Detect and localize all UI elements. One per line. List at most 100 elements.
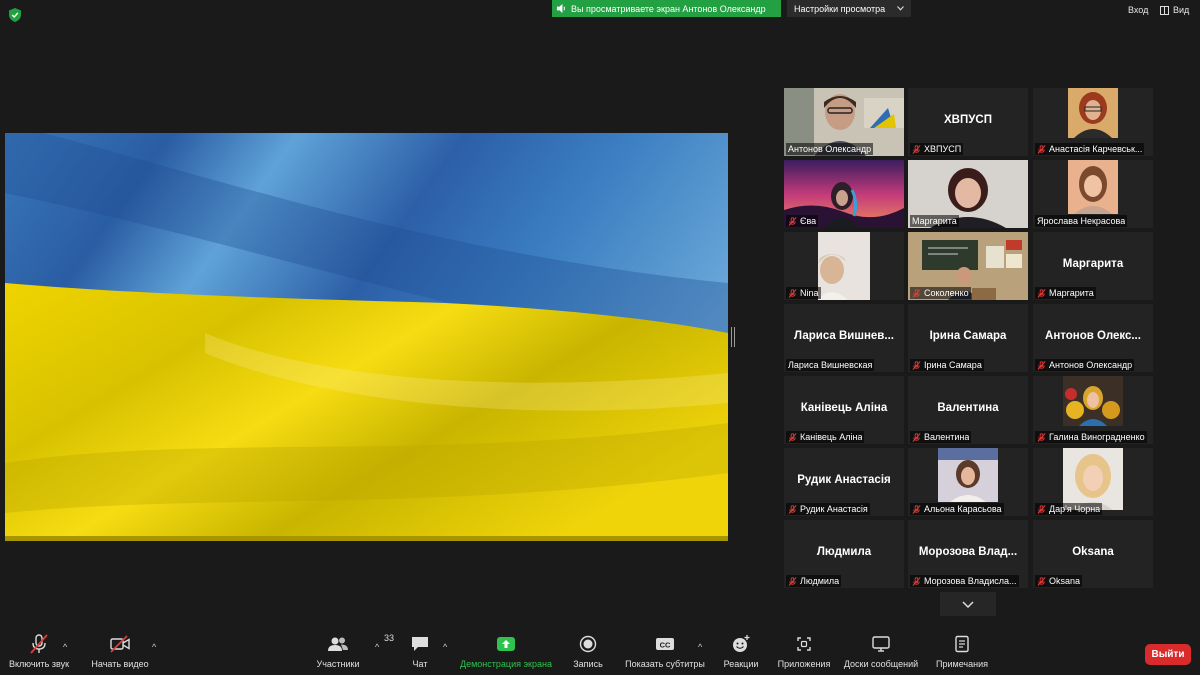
participant-display-name: Oksana [1072, 546, 1114, 558]
participant-name-label: Людмила [786, 575, 842, 587]
view-options-label: Настройки просмотра [794, 3, 886, 14]
video-options-caret[interactable]: ^ [152, 642, 156, 652]
participant-tile[interactable]: Маргарита Маргарита [1033, 232, 1153, 300]
mic-off-icon [912, 360, 921, 370]
participant-display-name: Морозова Влад... [918, 546, 1018, 558]
whiteboards-button[interactable]: Доски сообщений [836, 632, 926, 669]
participant-tile[interactable]: Альона Карасьова [908, 448, 1028, 516]
participant-caption: Ярослава Некрасова [1037, 216, 1126, 226]
panel-splitter-handle[interactable] [731, 327, 735, 347]
record-label: Запись [573, 659, 603, 669]
video-off-icon [110, 635, 130, 653]
captions-label: Показать субтитры [625, 659, 705, 669]
participant-tile[interactable]: Nina [784, 232, 904, 300]
unmute-button[interactable]: Включить звук [0, 632, 84, 669]
participant-name-label: Антонов Олександр [1035, 359, 1135, 371]
chat-button[interactable]: Чат [375, 632, 465, 669]
participant-tile[interactable]: Валентина Валентина [908, 376, 1028, 444]
reactions-label: Реакции [723, 659, 759, 669]
mic-off-icon [788, 504, 797, 514]
share-screen-button[interactable]: Демонстрация экрана [460, 632, 552, 669]
next-page-button[interactable] [940, 592, 996, 616]
chat-caret[interactable]: ^ [443, 642, 447, 652]
participant-display-name: Ірина Самара [929, 330, 1007, 342]
participant-tile[interactable]: Ярослава Некрасова [1033, 160, 1153, 228]
participant-caption: Лариса Вишневская [788, 360, 873, 370]
participant-tile[interactable]: Соколенко [908, 232, 1028, 300]
participant-tile[interactable]: Анастасія Карчевськ... [1033, 88, 1153, 156]
start-video-label: Начать видео [91, 659, 149, 669]
participant-caption: Морозова Владисла... [924, 576, 1017, 586]
leave-button[interactable]: Выйти [1145, 644, 1191, 665]
participant-tile[interactable]: Рудик Анастасія Рудик Анастасія [784, 448, 904, 516]
participant-tile[interactable]: Маргарита [908, 160, 1028, 228]
share-banner: Вы просматриваете экран Антонов Олександ… [552, 0, 781, 17]
mic-off-icon [912, 576, 921, 586]
participant-tile[interactable]: Антонов Олександр [784, 88, 904, 156]
participant-tile[interactable]: Єва [784, 160, 904, 228]
participant-tile[interactable]: Дар'я Чорна [1033, 448, 1153, 516]
participant-video [1068, 88, 1118, 138]
participant-caption: Галина Виноградненко [1049, 432, 1145, 442]
participant-caption: Альона Карасьова [924, 504, 1002, 514]
enter-button[interactable]: Вход [1128, 5, 1148, 15]
participant-caption: Канівець Аліна [800, 432, 863, 442]
participant-display-name: Рудик Анастасія [797, 474, 891, 486]
participant-tile[interactable]: Канівець Аліна Канівець Аліна [784, 376, 904, 444]
audio-options-caret[interactable]: ^ [63, 642, 67, 652]
participant-tile[interactable]: Людмила Людмила [784, 520, 904, 588]
participant-tile[interactable]: Oksana Oksana [1033, 520, 1153, 588]
participant-caption: Маргарита [1049, 288, 1094, 298]
chevron-down-icon [962, 600, 974, 608]
mic-off-icon [788, 432, 797, 442]
chat-label: Чат [412, 659, 428, 669]
participant-tile[interactable]: Ірина Самара Ірина Самара [908, 304, 1028, 372]
shield-icon[interactable] [9, 8, 21, 22]
participant-caption: Nina [800, 288, 819, 298]
participant-tile[interactable]: ХВПУСП ХВПУСП [908, 88, 1028, 156]
participant-name-label: ХВПУСП [910, 143, 964, 155]
chevron-down-icon [897, 6, 904, 11]
record-icon [579, 635, 597, 653]
participant-name-label: Маргарита [1035, 287, 1096, 299]
participant-tile[interactable]: Морозова Влад... Морозова Владисла... [908, 520, 1028, 588]
leave-label: Выйти [1151, 649, 1185, 660]
share-icon [497, 637, 515, 651]
apps-icon [797, 637, 811, 651]
participant-display-name: Людмила [816, 546, 872, 558]
chat-icon [412, 637, 428, 651]
flag-image [5, 133, 728, 541]
participant-name-label: Антонов Олександр [786, 143, 874, 155]
participant-name-label: Рудик Анастасія [786, 503, 870, 515]
participant-caption: Єва [800, 216, 817, 226]
participant-name-label: Канівець Аліна [786, 431, 865, 443]
participant-caption: Ірина Самара [924, 360, 982, 370]
mic-off-icon [788, 576, 797, 586]
participant-caption: Антонов Олександр [1049, 360, 1133, 370]
participant-name-label: Соколенко [910, 287, 971, 299]
participant-display-name: Антонов Олекс... [1045, 330, 1141, 342]
view-button[interactable]: Вид [1160, 5, 1189, 15]
participant-name-label: Анастасія Карчевськ... [1035, 143, 1145, 155]
notes-button[interactable]: Примечания [917, 632, 1007, 669]
view-label: Вид [1173, 5, 1190, 15]
participant-display-name: Маргарита [1062, 258, 1124, 270]
participants-button[interactable]: 33 Участники [293, 632, 395, 669]
participant-tile[interactable]: Галина Виноградненко [1033, 376, 1153, 444]
participant-tile[interactable]: Лариса Вишнев... Лариса Вишневская [784, 304, 904, 372]
participant-name-label: Єва [786, 215, 819, 227]
participant-caption: Соколенко [924, 288, 969, 298]
grid-icon [1160, 5, 1169, 15]
participant-display-name: Лариса Вишнев... [794, 330, 894, 342]
view-options-dropdown[interactable]: Настройки просмотра [787, 0, 911, 17]
share-banner-text: Вы просматриваете экран Антонов Олександ… [571, 3, 766, 14]
participant-tile[interactable]: Антонов Олекс... Антонов Олександр [1033, 304, 1153, 372]
mic-off-icon [30, 634, 48, 654]
participant-caption: Валентина [924, 432, 970, 442]
participant-video [938, 448, 998, 502]
participant-name-label: Ярослава Некрасова [1035, 215, 1128, 227]
mic-off-icon [1037, 432, 1046, 442]
participant-caption: Oksana [1049, 576, 1081, 586]
participant-display-name: ХВПУСП [944, 114, 992, 126]
participant-video [1068, 160, 1118, 214]
